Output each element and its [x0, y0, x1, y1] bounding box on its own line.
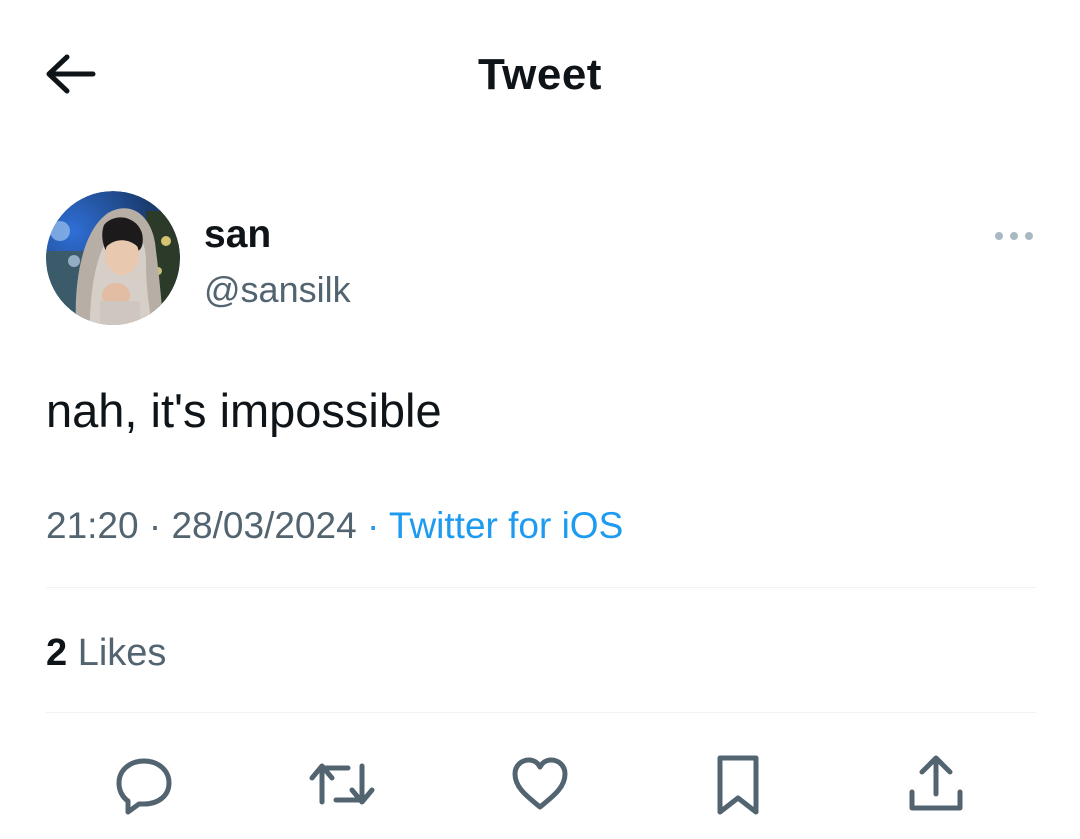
- reply-bubble-icon: [116, 758, 172, 815]
- avatar[interactable]: [46, 191, 180, 325]
- source-separator: ·: [356, 505, 389, 546]
- heart-icon: [512, 757, 568, 810]
- author-handle[interactable]: @sansilk: [204, 267, 351, 313]
- divider: [46, 587, 1036, 588]
- likes-stat[interactable]: 2 Likes: [46, 628, 166, 678]
- reply-button[interactable]: [108, 748, 180, 820]
- likes-label: Likes: [77, 632, 167, 674]
- retweet-icon: [309, 763, 375, 805]
- divider: [46, 712, 1036, 713]
- page-title: Tweet: [478, 50, 602, 99]
- likes-count: 2: [46, 632, 68, 674]
- tweet-text: nah, it's impossible: [46, 384, 442, 437]
- meta-separator: ·: [138, 505, 172, 546]
- share-upload-icon: [909, 755, 963, 811]
- tweet-time: 21:20: [46, 505, 139, 546]
- author-display-name[interactable]: san: [204, 211, 271, 259]
- bookmark-button[interactable]: [702, 748, 774, 820]
- tweet-date: 28/03/2024: [171, 505, 357, 546]
- retweet-button[interactable]: [306, 748, 378, 820]
- tweet-source-link[interactable]: Twitter for iOS: [389, 505, 623, 546]
- tweet-meta: 21:20 · 28/03/2024 · Twitter for iOS: [46, 502, 623, 550]
- more-options-button[interactable]: [992, 223, 1036, 249]
- share-button[interactable]: [900, 748, 972, 820]
- bookmark-icon: [717, 755, 759, 815]
- like-button[interactable]: [504, 748, 576, 820]
- tweet-author: san @sansilk: [46, 191, 1036, 327]
- top-bar: Tweet: [0, 0, 1080, 150]
- tweet-action-bar: [0, 740, 1080, 830]
- avatar-photo: [46, 191, 180, 325]
- more-horizontal-icon: [995, 232, 1033, 240]
